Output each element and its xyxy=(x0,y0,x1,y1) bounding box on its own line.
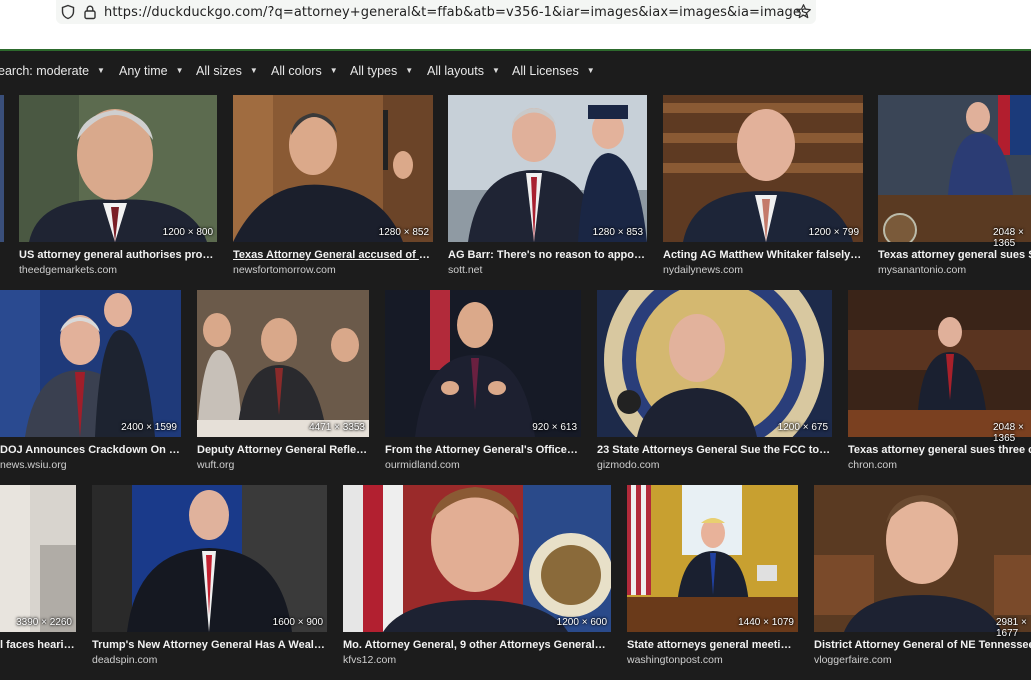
shield-icon[interactable] xyxy=(60,4,76,20)
result-thumbnail xyxy=(233,95,433,242)
image-result[interactable]: 1200 × 799 Acting AG Matthew Whitaker fa… xyxy=(663,95,863,276)
result-thumbnail xyxy=(385,290,581,437)
safe-search-filter[interactable]: earch: moderate ▼ xyxy=(0,64,105,78)
caret-down-icon: ▼ xyxy=(491,66,500,75)
image-result[interactable]: 4471 × 3353 Deputy Attorney General Refl… xyxy=(197,290,369,471)
result-thumbnail xyxy=(663,95,863,242)
image-result[interactable]: 920 × 613 From the Attorney General's Of… xyxy=(385,290,581,471)
size-filter[interactable]: All sizes ▼ xyxy=(196,64,258,78)
caret-down-icon: ▼ xyxy=(405,66,414,75)
image-result[interactable]: 1200 × 800 US attorney general authorise… xyxy=(19,95,217,276)
time-filter[interactable]: Any time ▼ xyxy=(119,64,184,78)
result-thumbnail xyxy=(343,485,611,632)
lock-icon[interactable] xyxy=(82,4,98,20)
caret-down-icon: ▼ xyxy=(329,66,338,75)
image-result[interactable]: 1600 × 900 Trump's New Attorney General … xyxy=(92,485,327,670)
caret-down-icon: ▼ xyxy=(97,66,105,75)
layout-filter[interactable]: All layouts ▼ xyxy=(427,64,500,78)
image-result[interactable]: 1280 × 853 AG Barr: There's no reason to… xyxy=(448,95,647,276)
result-thumbnail xyxy=(19,95,217,242)
result-thumbnail xyxy=(92,485,327,632)
result-thumbnail xyxy=(627,485,798,632)
partial-image-strip xyxy=(0,95,4,242)
image-result[interactable]: 1200 × 600 Mo. Attorney General, 9 other… xyxy=(343,485,611,670)
result-thumbnail xyxy=(0,485,76,632)
address-bar[interactable]: https://duckduckgo.com/?q=attorney+gener… xyxy=(56,0,816,24)
star-icon[interactable] xyxy=(795,3,812,20)
image-result[interactable]: 2400 × 1599 DOJ Announces Crackdown On L… xyxy=(0,290,181,471)
license-filter[interactable]: All Licenses ▼ xyxy=(512,64,595,78)
color-filter[interactable]: All colors ▼ xyxy=(271,64,338,78)
result-thumbnail xyxy=(197,290,369,437)
image-result[interactable]: 1280 × 852 Texas Attorney General accuse… xyxy=(233,95,433,276)
result-thumbnail xyxy=(597,290,832,437)
image-result[interactable]: 2981 × 1677 District Attorney General of… xyxy=(814,485,1031,670)
filter-bar: earch: moderate ▼ Any time ▼ All sizes ▼ Al… xyxy=(0,51,1031,91)
result-thumbnail xyxy=(0,290,181,437)
result-thumbnail xyxy=(878,95,1031,242)
type-filter[interactable]: All types ▼ xyxy=(350,64,413,78)
caret-down-icon: ▼ xyxy=(586,66,595,75)
image-result[interactable]: 2048 × 1365 Texas attorney general sues … xyxy=(848,290,1031,471)
caret-down-icon: ▼ xyxy=(175,66,184,75)
browser-toolbar: https://duckduckgo.com/?q=attorney+gener… xyxy=(0,0,1031,50)
image-result[interactable]: 2048 × 1365 Texas attorney general sues … xyxy=(878,95,1031,276)
image-result[interactable]: 1200 × 675 23 State Attorneys General Su… xyxy=(597,290,832,471)
result-thumbnail xyxy=(448,95,647,242)
caret-down-icon: ▼ xyxy=(249,66,258,75)
url-text[interactable]: https://duckduckgo.com/?q=attorney+gener… xyxy=(104,5,808,20)
image-result[interactable]: 3390 × 2260 l faces hearin... xyxy=(0,485,76,670)
image-result[interactable]: 1440 × 1079 State attorneys general meet… xyxy=(627,485,798,670)
result-thumbnail xyxy=(848,290,1031,437)
result-thumbnail xyxy=(814,485,1031,632)
